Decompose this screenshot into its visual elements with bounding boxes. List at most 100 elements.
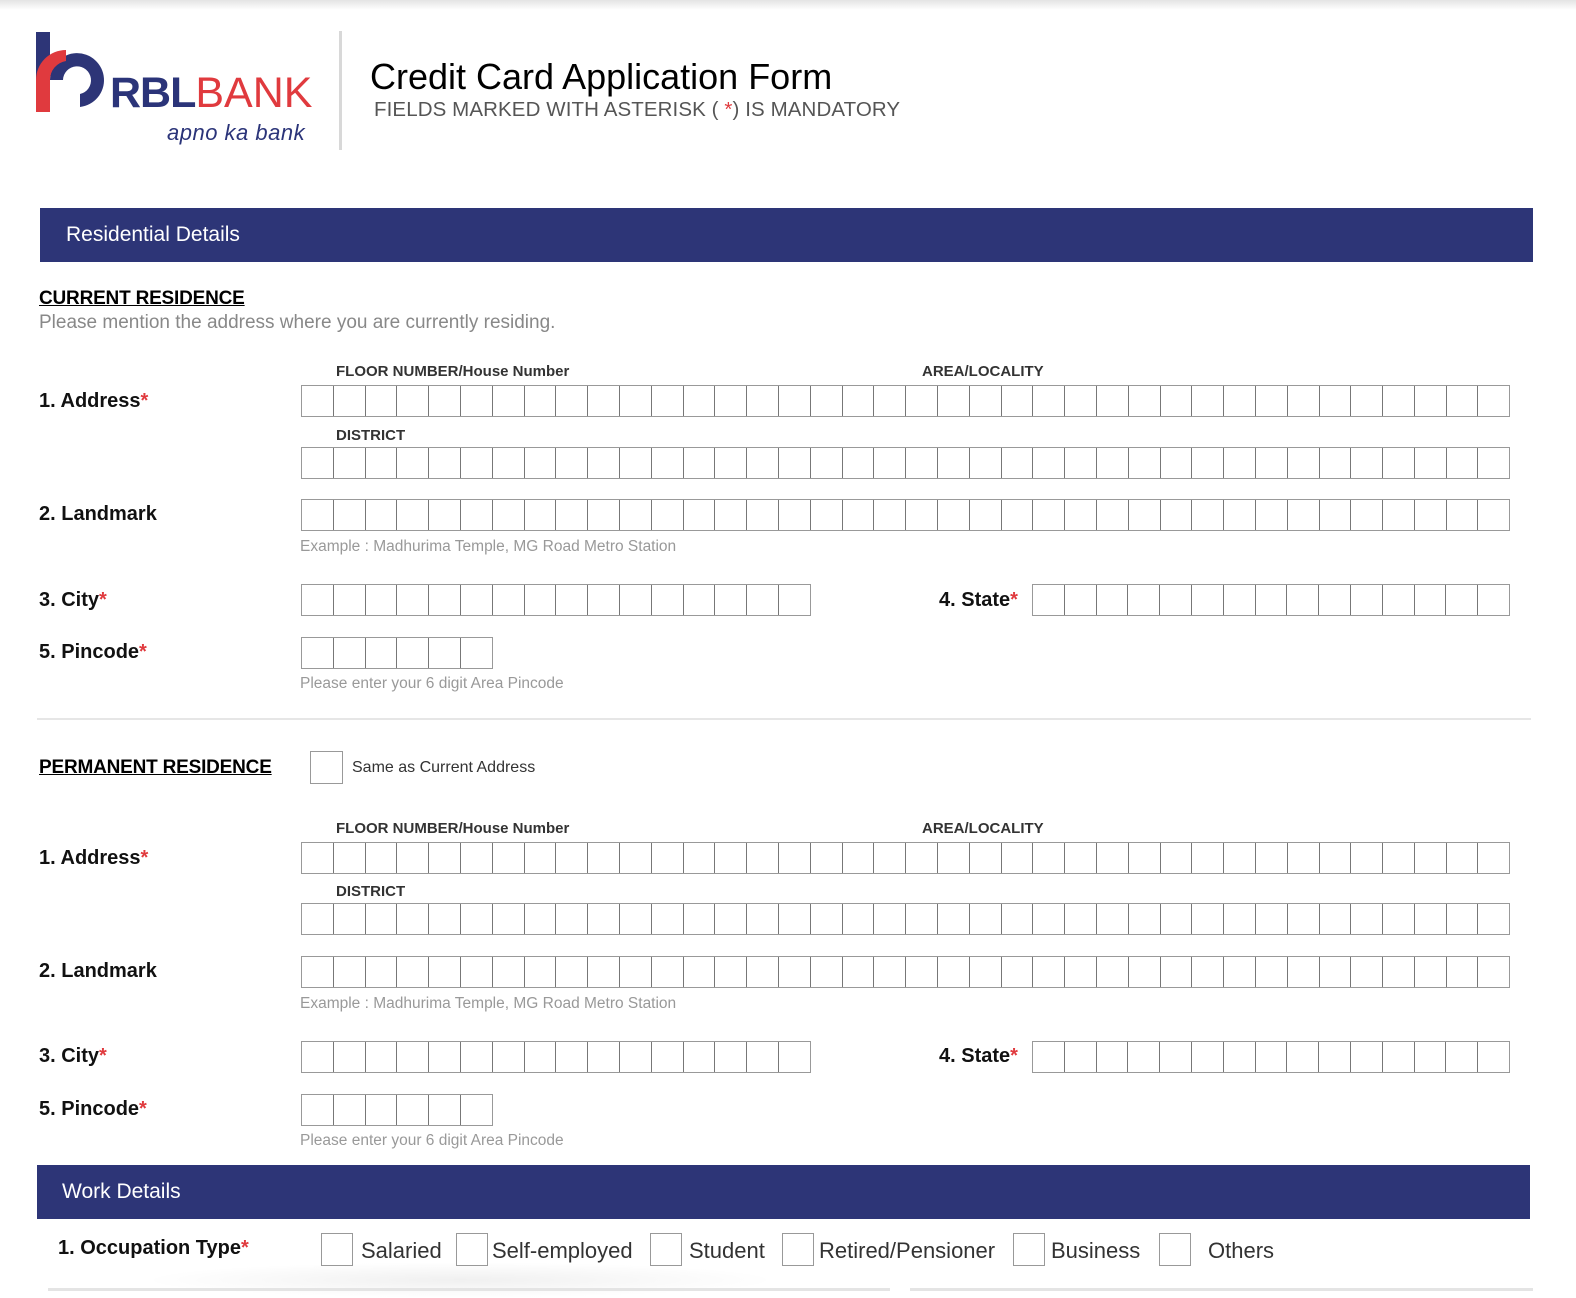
char-box[interactable] (1096, 957, 1129, 987)
char-box[interactable] (1478, 843, 1511, 873)
char-box[interactable] (1224, 957, 1256, 987)
char-box[interactable] (1033, 904, 1066, 934)
char-box[interactable] (1382, 585, 1415, 615)
char-box[interactable] (683, 386, 716, 416)
char-box[interactable] (1478, 585, 1510, 615)
char-box[interactable] (1446, 448, 1479, 478)
char-box[interactable] (1192, 386, 1225, 416)
current-district-input[interactable] (301, 447, 1511, 479)
char-box[interactable] (1065, 843, 1097, 873)
char-box[interactable] (1033, 843, 1066, 873)
char-box[interactable] (1160, 500, 1193, 530)
char-box[interactable] (588, 386, 620, 416)
char-box[interactable] (1446, 904, 1479, 934)
char-box[interactable] (874, 843, 907, 873)
char-box[interactable] (1478, 904, 1511, 934)
char-box[interactable] (715, 957, 748, 987)
char-box[interactable] (810, 843, 843, 873)
char-box[interactable] (778, 957, 811, 987)
char-box[interactable] (365, 448, 398, 478)
char-box[interactable] (937, 500, 970, 530)
char-box[interactable] (1478, 500, 1511, 530)
char-box[interactable] (1128, 448, 1161, 478)
char-box[interactable] (1446, 843, 1479, 873)
current-state-input[interactable] (1032, 584, 1510, 616)
char-box[interactable] (906, 843, 938, 873)
char-box[interactable] (460, 1095, 493, 1125)
char-box[interactable] (1383, 448, 1415, 478)
char-box[interactable] (1319, 1042, 1351, 1072)
occupation-checkbox[interactable] (782, 1233, 814, 1266)
char-box[interactable] (1065, 500, 1097, 530)
char-box[interactable] (842, 957, 875, 987)
char-box[interactable] (1096, 843, 1129, 873)
char-box[interactable] (778, 904, 811, 934)
char-box[interactable] (302, 448, 334, 478)
char-box[interactable] (619, 1042, 652, 1072)
char-box[interactable] (492, 585, 525, 615)
char-box[interactable] (302, 585, 334, 615)
char-box[interactable] (651, 904, 684, 934)
char-box[interactable] (1033, 448, 1066, 478)
char-box[interactable] (1351, 448, 1384, 478)
char-box[interactable] (1128, 386, 1161, 416)
char-box[interactable] (1224, 500, 1256, 530)
char-box[interactable] (524, 957, 557, 987)
char-box[interactable] (715, 500, 748, 530)
char-box[interactable] (1001, 904, 1034, 934)
char-box[interactable] (715, 904, 748, 934)
char-box[interactable] (1096, 1042, 1129, 1072)
char-box[interactable] (365, 500, 398, 530)
char-box[interactable] (1255, 585, 1288, 615)
char-box[interactable] (1192, 448, 1225, 478)
char-box[interactable] (365, 1095, 398, 1125)
permanent-address-line-input[interactable] (301, 842, 1511, 874)
occupation-checkbox[interactable] (1159, 1233, 1191, 1266)
char-box[interactable] (842, 904, 875, 934)
char-box[interactable] (778, 843, 811, 873)
char-box[interactable] (1383, 500, 1415, 530)
char-box[interactable] (1160, 386, 1193, 416)
char-box[interactable] (365, 585, 398, 615)
char-box[interactable] (397, 585, 430, 615)
char-box[interactable] (1160, 843, 1193, 873)
char-box[interactable] (651, 843, 684, 873)
char-box[interactable] (333, 585, 366, 615)
char-box[interactable] (747, 386, 779, 416)
char-box[interactable] (1351, 843, 1384, 873)
char-box[interactable] (1287, 448, 1320, 478)
char-box[interactable] (1192, 904, 1225, 934)
char-box[interactable] (1192, 500, 1225, 530)
char-box[interactable] (556, 904, 589, 934)
char-box[interactable] (619, 500, 652, 530)
char-box[interactable] (1128, 1042, 1161, 1072)
char-box[interactable] (651, 448, 684, 478)
char-box[interactable] (1351, 500, 1384, 530)
char-box[interactable] (397, 904, 430, 934)
char-box[interactable] (397, 1042, 430, 1072)
char-box[interactable] (429, 904, 461, 934)
char-box[interactable] (1224, 386, 1256, 416)
char-box[interactable] (1033, 500, 1066, 530)
char-box[interactable] (460, 386, 493, 416)
char-box[interactable] (588, 843, 620, 873)
char-box[interactable] (937, 386, 970, 416)
char-box[interactable] (747, 957, 779, 987)
char-box[interactable] (1414, 585, 1447, 615)
char-box[interactable] (397, 1095, 430, 1125)
char-box[interactable] (1287, 500, 1320, 530)
char-box[interactable] (1001, 448, 1034, 478)
permanent-pincode-input[interactable] (301, 1094, 493, 1126)
char-box[interactable] (874, 448, 907, 478)
char-box[interactable] (1096, 500, 1129, 530)
char-box[interactable] (810, 957, 843, 987)
char-box[interactable] (333, 386, 366, 416)
char-box[interactable] (397, 448, 430, 478)
char-box[interactable] (1223, 585, 1256, 615)
char-box[interactable] (429, 843, 461, 873)
char-box[interactable] (1191, 1042, 1224, 1072)
char-box[interactable] (1414, 957, 1447, 987)
permanent-landmark-input[interactable] (301, 956, 1511, 988)
char-box[interactable] (874, 957, 907, 987)
char-box[interactable] (651, 1042, 684, 1072)
